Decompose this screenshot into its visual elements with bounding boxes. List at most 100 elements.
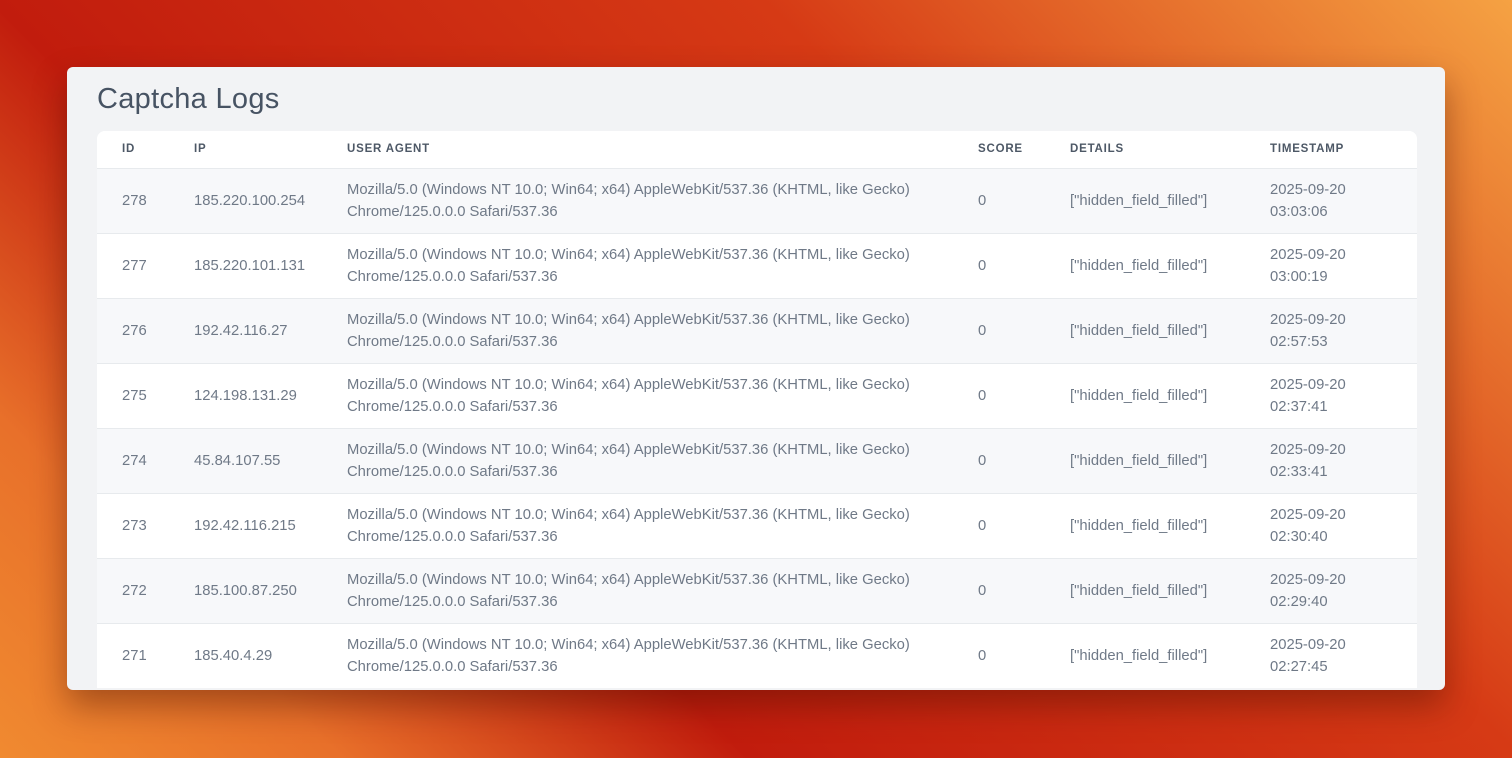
table-row: 275 124.198.131.29Mozilla/5.0 (Windows NT… xyxy=(97,363,1417,428)
cell-text: 2025-09-20 02:30:40 xyxy=(1270,504,1375,548)
cell-id: 276 xyxy=(97,298,169,363)
cell-text: Mozilla/5.0 (Windows NT 10.0; Win64; x64… xyxy=(347,179,947,223)
cell-user_agent: Mozilla/5.0 (Windows NT 10.0; Win64; x64… xyxy=(322,233,953,298)
cell-details: ["hidden_field_filled"] xyxy=(1045,233,1245,298)
cell-text: 185.220.101.131 xyxy=(194,255,305,277)
cell-ip: 45.84.107.55 xyxy=(169,428,322,493)
cell-timestamp: 2025-09-20 02:57:53 xyxy=(1245,298,1417,363)
cell-text: 0 xyxy=(978,190,986,212)
cell-text: ["hidden_field_filled"] xyxy=(1070,450,1207,472)
cell-text: 192.42.116.27 xyxy=(194,320,288,342)
table-row: 274 45.84.107.55 Mozilla/5.0 (Windows NT 1… xyxy=(97,428,1417,493)
cell-ip: 124.198.131.29 xyxy=(169,363,322,428)
cell-details: ["hidden_field_filled"] xyxy=(1045,493,1245,558)
table-row: 276 192.42.116.27 Mozilla/5.0 (Windows NT … xyxy=(97,298,1417,363)
table-container: ID IP USER AGENT SCORE DETAILS TIMESTAMP… xyxy=(97,131,1417,688)
cell-text: 271 xyxy=(122,645,147,667)
cell-text: 0 xyxy=(978,450,986,472)
cell-score: 0 xyxy=(953,428,1045,493)
cell-text: 2025-09-20 02:29:40 xyxy=(1270,569,1375,613)
cell-text: 185.40.4.29 xyxy=(194,645,272,667)
cell-text: 2025-09-20 02:57:53 xyxy=(1270,309,1375,353)
cell-timestamp: 2025-09-20 02:37:41 xyxy=(1245,363,1417,428)
cell-timestamp: 2025-09-20 03:00:19 xyxy=(1245,233,1417,298)
cell-text: 0 xyxy=(978,320,986,342)
column-header-timestamp: TIMESTAMP xyxy=(1245,131,1417,168)
cell-user_agent: Mozilla/5.0 (Windows NT 10.0; Win64; x64… xyxy=(322,558,953,623)
cell-user_agent: Mozilla/5.0 (Windows NT 10.0; Win64; x64… xyxy=(322,363,953,428)
cell-user_agent: Mozilla/5.0 (Windows NT 10.0; Win64; x64… xyxy=(322,428,953,493)
cell-score: 0 xyxy=(953,558,1045,623)
cell-text: 273 xyxy=(122,515,147,537)
table-row: 273 192.42.116.215 Mozilla/5.0 (Windows NT… xyxy=(97,493,1417,558)
cell-score: 0 xyxy=(953,363,1045,428)
cell-text: Mozilla/5.0 (Windows NT 10.0; Win64; x64… xyxy=(347,244,947,288)
cell-user_agent: Mozilla/5.0 (Windows NT 10.0; Win64; x64… xyxy=(322,168,953,233)
cell-score: 0 xyxy=(953,623,1045,688)
cell-timestamp: 2025-09-20 02:30:40 xyxy=(1245,493,1417,558)
cell-text: 277 xyxy=(122,255,147,277)
cell-text: ["hidden_field_filled"] xyxy=(1070,515,1207,537)
cell-text: 185.220.100.254 xyxy=(194,190,305,212)
cell-timestamp: 2025-09-20 02:33:41 xyxy=(1245,428,1417,493)
cell-user_agent: Mozilla/5.0 (Windows NT 10.0; Win64; x64… xyxy=(322,623,953,688)
cell-text: 192.42.116.215 xyxy=(194,515,296,537)
cell-text: 2025-09-20 02:33:41 xyxy=(1270,439,1375,483)
cell-text: 0 xyxy=(978,255,986,277)
cell-text: ["hidden_field_filled"] xyxy=(1070,255,1207,277)
cell-ip: 185.40.4.29 xyxy=(169,623,322,688)
cell-text: 2025-09-20 02:27:45 xyxy=(1270,634,1375,678)
cell-text: 278 xyxy=(122,190,147,212)
cell-score: 0 xyxy=(953,168,1045,233)
cell-text: Mozilla/5.0 (Windows NT 10.0; Win64; x64… xyxy=(347,439,947,483)
cell-text: 2025-09-20 02:37:41 xyxy=(1270,374,1375,418)
cell-id: 274 xyxy=(97,428,169,493)
column-header-details: DETAILS xyxy=(1045,131,1245,168)
table-header: ID IP USER AGENT SCORE DETAILS TIMESTAMP xyxy=(97,131,1417,168)
cell-text: Mozilla/5.0 (Windows NT 10.0; Win64; x64… xyxy=(347,309,947,353)
table-row: 271 185.40.4.29 Mozilla/5.0 (Windows NT 10… xyxy=(97,623,1417,688)
cell-ip: 192.42.116.215 xyxy=(169,493,322,558)
cell-score: 0 xyxy=(953,493,1045,558)
header-row: ID IP USER AGENT SCORE DETAILS TIMESTAMP xyxy=(97,131,1417,168)
cell-text: ["hidden_field_filled"] xyxy=(1070,385,1207,407)
cell-text: ["hidden_field_filled"] xyxy=(1070,320,1207,342)
cell-text: 2025-09-20 03:00:19 xyxy=(1270,244,1375,288)
cell-details: ["hidden_field_filled"] xyxy=(1045,363,1245,428)
cell-text: 272 xyxy=(122,580,147,602)
captcha-logs-table: ID IP USER AGENT SCORE DETAILS TIMESTAMP… xyxy=(97,131,1417,688)
cell-timestamp: 2025-09-20 03:03:06 xyxy=(1245,168,1417,233)
cell-text: 0 xyxy=(978,580,986,602)
column-header-score: SCORE xyxy=(953,131,1045,168)
cell-id: 275 xyxy=(97,363,169,428)
cell-text: 0 xyxy=(978,515,986,537)
cell-text: Mozilla/5.0 (Windows NT 10.0; Win64; x64… xyxy=(347,569,947,613)
cell-text: 275 xyxy=(122,385,147,407)
table-row: 272 185.100.87.250 Mozilla/5.0 (Windows NT… xyxy=(97,558,1417,623)
column-header-id: ID xyxy=(97,131,169,168)
cell-timestamp: 2025-09-20 02:27:45 xyxy=(1245,623,1417,688)
table-body: 278 185.220.100.254 Mozilla/5.0 (Windows N… xyxy=(97,168,1417,688)
cell-id: 271 xyxy=(97,623,169,688)
cell-text: 2025-09-20 03:03:06 xyxy=(1270,179,1375,223)
cell-text: ["hidden_field_filled"] xyxy=(1070,580,1207,602)
cell-text: 185.100.87.250 xyxy=(194,580,297,602)
cell-id: 277 xyxy=(97,233,169,298)
cell-text: Mozilla/5.0 (Windows NT 10.0; Win64; x64… xyxy=(347,504,947,548)
column-header-ip: IP xyxy=(169,131,322,168)
cell-ip: 185.100.87.250 xyxy=(169,558,322,623)
cell-text: 274 xyxy=(122,450,147,472)
cell-text: 0 xyxy=(978,645,986,667)
cell-ip: 185.220.101.131 xyxy=(169,233,322,298)
cell-ip: 192.42.116.27 xyxy=(169,298,322,363)
cell-user_agent: Mozilla/5.0 (Windows NT 10.0; Win64; x64… xyxy=(322,298,953,363)
table-row: 278 185.220.100.254 Mozilla/5.0 (Windows N… xyxy=(97,168,1417,233)
cell-text: ["hidden_field_filled"] xyxy=(1070,645,1207,667)
cell-details: ["hidden_field_filled"] xyxy=(1045,428,1245,493)
cell-text: Mozilla/5.0 (Windows NT 10.0; Win64; x64… xyxy=(347,634,947,678)
cell-details: ["hidden_field_filled"] xyxy=(1045,558,1245,623)
cell-score: 0 xyxy=(953,233,1045,298)
cell-score: 0 xyxy=(953,298,1045,363)
cell-text: 0 xyxy=(978,385,986,407)
cell-timestamp: 2025-09-20 02:29:40 xyxy=(1245,558,1417,623)
